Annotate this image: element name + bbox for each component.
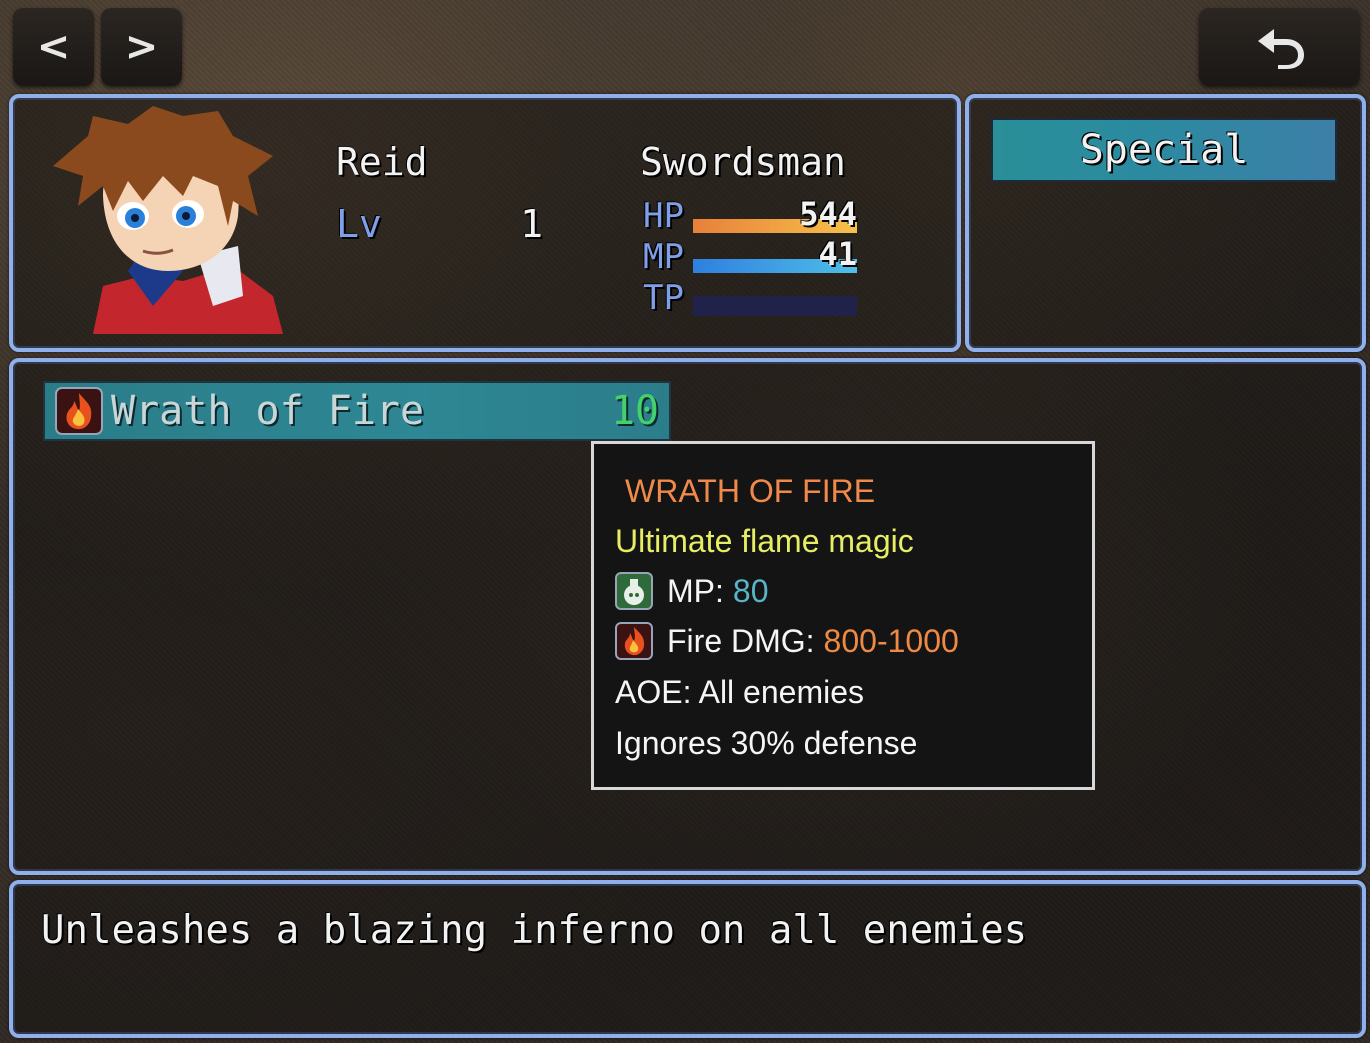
tooltip-aoe: AOE: All enemies <box>615 673 864 710</box>
undo-arrow-icon <box>1257 29 1304 69</box>
hp-label: HP <box>643 196 684 236</box>
previous-actor-button[interactable]: < <box>13 8 94 86</box>
back-button[interactable] <box>1199 8 1360 86</box>
skill-type-label: Special <box>1079 127 1249 173</box>
tp-label: TP <box>643 278 684 318</box>
next-actor-button[interactable]: > <box>101 8 182 86</box>
skill-item-wrath-of-fire[interactable]: Wrath of Fire 10 <box>43 381 671 441</box>
skill-name: Wrath of Fire <box>111 388 425 434</box>
tooltip-defense-ignore: Ignores 30% defense <box>615 724 918 761</box>
tooltip-mp-cost: MP: 80 <box>615 569 768 613</box>
skill-tooltip: WRATH OF FIRE Ultimate flame magic MP: 8… <box>591 441 1095 790</box>
tooltip-mp-label: MP: <box>667 572 724 609</box>
flame-icon <box>55 387 103 435</box>
tooltip-damage-label: Fire DMG: <box>667 622 815 659</box>
mp-value: 41 <box>818 235 857 273</box>
actor-status-window: Reid Swordsman Lv 1 HP 544 MP 41 TP <box>9 94 961 352</box>
tooltip-damage-value: 800-1000 <box>823 622 959 659</box>
skill-type-window: Special <box>965 94 1366 352</box>
tooltip-title: WRATH OF FIRE <box>625 472 876 509</box>
flame-icon <box>615 622 653 660</box>
tooltip-subtitle: Ultimate flame magic <box>615 522 914 559</box>
tp-gauge <box>693 296 857 316</box>
help-window: Unleashes a blazing inferno on all enemi… <box>9 880 1366 1038</box>
mp-label: MP <box>643 237 684 277</box>
hp-value: 544 <box>799 195 857 233</box>
help-text: Unleashes a blazing inferno on all enemi… <box>41 908 1028 953</box>
skill-mp-cost: 10 <box>610 388 659 434</box>
skill-type-special[interactable]: Special <box>991 118 1337 182</box>
potion-icon <box>615 572 653 610</box>
tooltip-mp-value: 80 <box>732 572 769 609</box>
previous-label: < <box>36 24 71 70</box>
tooltip-damage: Fire DMG: 800-1000 <box>615 619 959 663</box>
actor-name: Reid <box>336 140 428 184</box>
level-label: Lv <box>336 202 382 246</box>
hero-portrait-icon <box>53 106 283 334</box>
actor-class: Swordsman <box>640 140 846 184</box>
next-label: > <box>124 24 159 70</box>
level-value: 1 <box>520 202 543 246</box>
